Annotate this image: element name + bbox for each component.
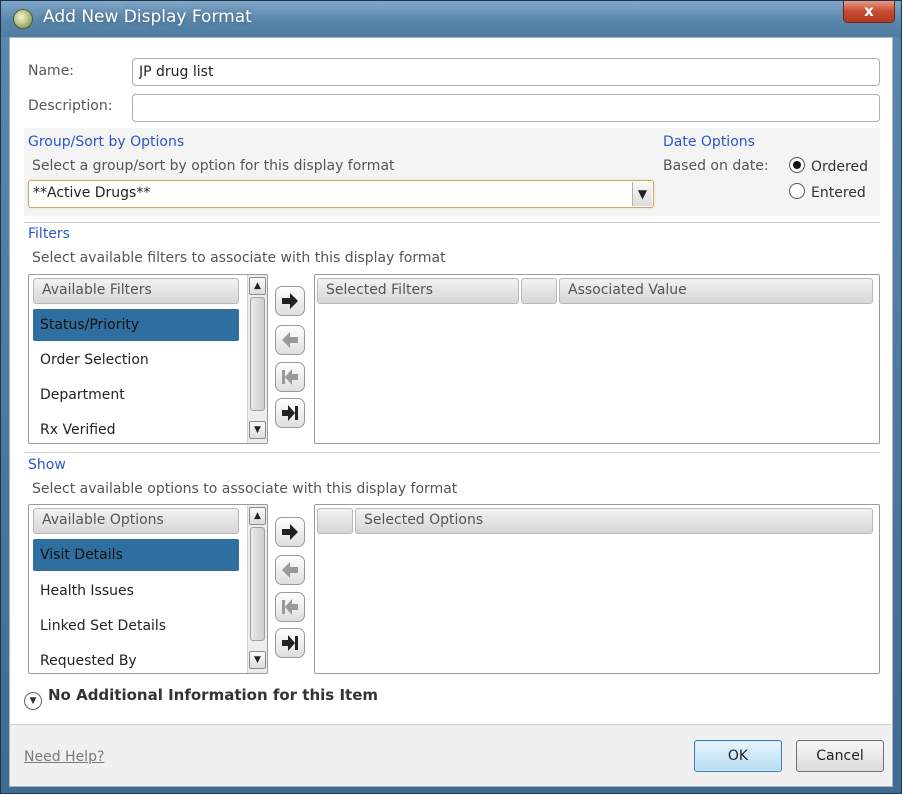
- arrow-left-end-icon: [282, 599, 298, 615]
- dialog-footer: Need Help? OK Cancel: [10, 724, 892, 786]
- title-bar: Add New Display Format x: [1, 1, 901, 37]
- list-item[interactable]: Health Issues: [33, 575, 239, 607]
- dialog-window: Add New Display Format x Name: Descripti…: [0, 0, 902, 794]
- radio-entered-label: Entered: [811, 185, 866, 201]
- arrow-left-end-icon: [282, 369, 298, 385]
- available-filters-header: Available Filters: [33, 278, 239, 304]
- scroll-thumb[interactable]: [250, 527, 265, 641]
- available-options-list[interactable]: Available Options Visit Details Health I…: [28, 504, 268, 674]
- remove-option-button[interactable]: [275, 555, 305, 585]
- filters-scrollbar[interactable]: ▲ ▼: [247, 275, 267, 443]
- scroll-down-icon[interactable]: ▼: [249, 421, 266, 439]
- ok-button[interactable]: OK: [694, 740, 782, 772]
- arrow-right-end-icon: [282, 635, 298, 651]
- list-item[interactable]: Requested By: [33, 645, 239, 673]
- options-scrollbar[interactable]: ▲ ▼: [247, 505, 267, 673]
- date-options-heading: Date Options: [663, 134, 755, 150]
- list-item[interactable]: Department: [33, 379, 239, 411]
- scroll-down-icon[interactable]: ▼: [249, 651, 266, 669]
- list-item[interactable]: Visit Details: [33, 539, 239, 571]
- arrow-right-icon: [282, 293, 298, 309]
- name-label: Name:: [28, 63, 75, 79]
- remove-all-filters-button[interactable]: [275, 362, 305, 392]
- add-option-button[interactable]: [275, 517, 305, 547]
- window-title: Add New Display Format: [43, 7, 252, 27]
- selected-options-header: Selected Options: [355, 508, 873, 534]
- need-help-link[interactable]: Need Help?: [24, 749, 104, 765]
- cancel-button[interactable]: Cancel: [796, 740, 884, 772]
- group-sort-dropdown[interactable]: **Active Drugs** ▼: [28, 180, 654, 208]
- filters-subtext: Select available filters to associate wi…: [32, 250, 446, 266]
- remove-all-options-button[interactable]: [275, 592, 305, 622]
- arrow-right-icon: [282, 524, 298, 540]
- arrow-left-icon: [282, 562, 298, 578]
- expand-chevron-icon[interactable]: ▼: [24, 692, 42, 710]
- close-button[interactable]: x: [843, 1, 895, 23]
- add-filter-button[interactable]: [275, 286, 305, 316]
- add-all-options-button[interactable]: [275, 628, 305, 658]
- radio-ordered-indicator[interactable]: [789, 157, 805, 173]
- selected-options-list[interactable]: Selected Options: [314, 504, 880, 674]
- arrow-right-end-icon: [282, 405, 298, 421]
- radio-entered-indicator[interactable]: [789, 183, 805, 199]
- available-options-header: Available Options: [33, 508, 239, 534]
- show-subtext: Select available options to associate wi…: [32, 481, 458, 497]
- name-field[interactable]: [132, 58, 880, 86]
- scroll-thumb[interactable]: [250, 297, 265, 411]
- list-item[interactable]: Linked Set Details: [33, 610, 239, 642]
- options-empty-column-header: [317, 508, 353, 534]
- list-item[interactable]: Rx Verified: [33, 414, 239, 443]
- additional-info-label: No Additional Information for this Item: [48, 686, 378, 704]
- list-item[interactable]: Status/Priority: [33, 309, 239, 341]
- section-divider: [24, 222, 880, 223]
- arrow-left-icon: [282, 332, 298, 348]
- radio-entered[interactable]: Entered: [789, 183, 866, 201]
- add-all-filters-button[interactable]: [275, 398, 305, 428]
- group-sort-heading: Group/Sort by Options: [28, 134, 185, 150]
- list-item[interactable]: Order Selection: [33, 344, 239, 376]
- scroll-up-icon[interactable]: ▲: [249, 507, 266, 525]
- filters-empty-column-header: [521, 278, 557, 304]
- associated-value-header: Associated Value: [559, 278, 873, 304]
- radio-ordered[interactable]: Ordered: [789, 157, 868, 175]
- available-filters-list[interactable]: Available Filters Status/Priority Order …: [28, 274, 268, 444]
- description-field[interactable]: [132, 94, 880, 122]
- remove-filter-button[interactable]: [275, 325, 305, 355]
- group-sort-subtext: Select a group/sort by option for this d…: [32, 158, 395, 174]
- filters-heading: Filters: [28, 226, 70, 242]
- chevron-down-icon[interactable]: ▼: [632, 182, 652, 206]
- selected-filters-list[interactable]: Selected Filters Associated Value: [314, 274, 880, 444]
- radio-ordered-label: Ordered: [811, 159, 868, 175]
- group-sort-selected-value: **Active Drugs**: [33, 185, 151, 201]
- show-heading: Show: [28, 457, 66, 473]
- based-on-date-label: Based on date:: [663, 158, 769, 174]
- description-label: Description:: [28, 98, 113, 114]
- app-icon: [13, 9, 33, 29]
- dialog-content: Name: Description: Group/Sort by Options…: [9, 37, 893, 787]
- scroll-up-icon[interactable]: ▲: [249, 277, 266, 295]
- additional-info-expander[interactable]: ▼ No Additional Information for this Item: [24, 686, 378, 710]
- section-divider: [24, 452, 880, 453]
- selected-filters-header: Selected Filters: [317, 278, 519, 304]
